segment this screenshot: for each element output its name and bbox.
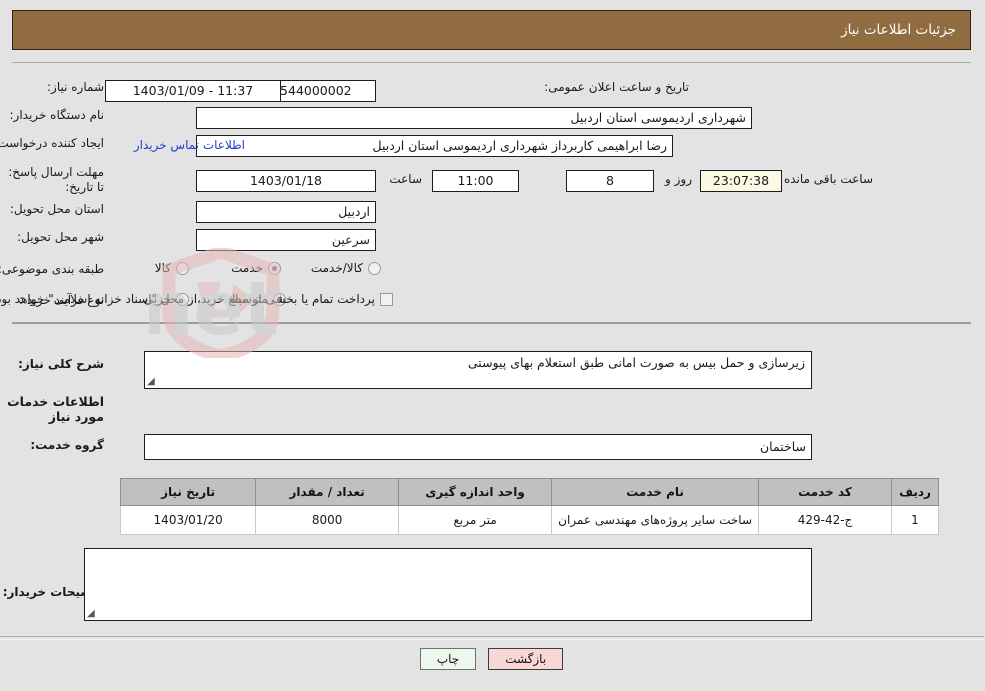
footer-divider bbox=[0, 636, 985, 640]
services-table: ردیف کد خدمت نام خدمت واحد اندازه گیری ت… bbox=[121, 478, 940, 535]
delivery-city-label: شهر محل تحویل: bbox=[18, 230, 105, 244]
cell-unit: متر مربع bbox=[399, 505, 554, 535]
cell-service-name: ساخت سایر پروژه‌های مهندسی عمران bbox=[552, 505, 760, 535]
col-quantity: تعداد / مقدار bbox=[256, 478, 401, 506]
islamic-treasury-checkbox[interactable] bbox=[381, 292, 394, 306]
page-header: جزئیات اطلاعات نیاز bbox=[13, 10, 972, 50]
islamic-treasury-checkbox-row[interactable]: پرداخت تمام یا بخشی از مبلغ خرید،از محل … bbox=[0, 292, 394, 306]
back-button[interactable]: بازگشت bbox=[489, 648, 565, 670]
service-group-label: گروه خدمت: bbox=[31, 438, 105, 452]
category-label: طبقه بندی موضوعی: bbox=[0, 262, 105, 276]
description-label-row: شرح کلی نیاز: bbox=[19, 357, 105, 371]
resize-grip-icon[interactable]: ◣ bbox=[148, 376, 158, 387]
category-radio-kala[interactable] bbox=[177, 261, 190, 275]
request-creator-label-row: ایجاد کننده درخواست: bbox=[0, 136, 105, 150]
category-radio-kala-khedmat[interactable] bbox=[369, 261, 382, 275]
service-group-label-row: گروه خدمت: bbox=[31, 438, 105, 452]
print-button[interactable]: چاپ bbox=[420, 648, 478, 670]
cell-quantity: 8000 bbox=[256, 505, 401, 535]
cell-radif: 1 bbox=[892, 505, 940, 535]
resize-grip-icon-notes[interactable]: ◣ bbox=[88, 608, 98, 619]
deadline-countdown-label: ساعت باقی مانده bbox=[784, 172, 874, 186]
col-radif: ردیف bbox=[892, 478, 940, 506]
category-label-khedmat: خدمت bbox=[232, 261, 264, 275]
public-announce-label-row: تاریخ و ساعت اعلان عمومی: bbox=[545, 80, 690, 94]
delivery-province-value: اردبیل bbox=[197, 201, 377, 223]
request-creator-label: ایجاد کننده درخواست: bbox=[0, 136, 105, 150]
deadline-time-label: ساعت bbox=[390, 172, 423, 186]
category-label-row: طبقه بندی موضوعی: bbox=[0, 262, 105, 276]
need-number-label-row: شماره نیاز: bbox=[48, 80, 105, 94]
need-number-label: شماره نیاز: bbox=[48, 80, 105, 94]
category-label-kala-khedmat: کالا/خدمت bbox=[311, 261, 364, 275]
islamic-treasury-checkbox-label: پرداخت تمام یا بخشی از مبلغ خرید،از محل … bbox=[0, 292, 376, 306]
deadline-countdown-value: 23:07:38 bbox=[701, 170, 783, 192]
service-group-value: ساختمان bbox=[145, 434, 813, 460]
category-radio-khedmat[interactable] bbox=[269, 261, 282, 275]
buyer-contact-link[interactable]: اطلاعات تماس خریدار bbox=[135, 138, 246, 152]
buyer-org-value: شهرداری اردیموسی استان اردبیل bbox=[197, 107, 753, 129]
footer-button-bar: بازگشت چاپ bbox=[0, 648, 985, 670]
description-value: زیرسازی و حمل بیس به صورت امانی طبق استع… bbox=[468, 355, 806, 370]
cell-service-code: ج-42-429 bbox=[759, 505, 893, 535]
deadline-label: مهلت ارسال پاسخ: تا تاریخ: bbox=[9, 165, 105, 194]
deadline-days-value: 8 bbox=[567, 170, 655, 192]
buyer-notes-textarea[interactable]: ◣ bbox=[85, 548, 813, 621]
description-label: شرح کلی نیاز: bbox=[19, 357, 105, 371]
deadline-time-value: 11:00 bbox=[433, 170, 520, 192]
category-label-kala: کالا bbox=[155, 261, 172, 275]
services-section-heading: اطلاعات خدمات مورد نیاز bbox=[8, 394, 105, 424]
buyer-org-label: نام دستگاه خریدار: bbox=[10, 108, 106, 122]
category-option-kala-khedmat[interactable]: کالا/خدمت bbox=[298, 261, 382, 275]
deadline-days-label-row: روز و bbox=[666, 172, 693, 186]
delivery-province-label: استان محل تحویل: bbox=[10, 202, 105, 216]
delivery-city-label-row: شهر محل تحویل: bbox=[18, 230, 105, 244]
col-unit: واحد اندازه گیری bbox=[399, 478, 554, 506]
page-title: جزئیات اطلاعات نیاز bbox=[842, 22, 957, 38]
buyer-contact-row[interactable]: اطلاعات تماس خریدار bbox=[135, 138, 246, 152]
category-option-kala[interactable]: کالا bbox=[142, 261, 190, 275]
description-textarea[interactable]: زیرسازی و حمل بیس به صورت امانی طبق استع… bbox=[145, 351, 813, 389]
page-root: جزئیات اطلاعات نیاز شماره نیاز: 11030305… bbox=[0, 0, 985, 691]
deadline-time-label-row: ساعت bbox=[390, 172, 423, 186]
col-service-code: کد خدمت bbox=[759, 478, 893, 506]
deadline-countdown-label-row: ساعت باقی مانده bbox=[785, 172, 874, 186]
deadline-days-label: روز و bbox=[666, 172, 693, 186]
table-header-row: ردیف کد خدمت نام خدمت واحد اندازه گیری ت… bbox=[121, 478, 940, 506]
request-creator-value: رضا ابراهیمی کاربرداز شهرداری اردیموسی ا… bbox=[197, 135, 674, 157]
deadline-label-row: مهلت ارسال پاسخ: تا تاریخ: bbox=[5, 165, 105, 195]
col-need-date: تاریخ نیاز bbox=[121, 478, 258, 506]
cell-need-date: 1403/01/20 bbox=[121, 505, 258, 535]
public-announce-label: تاریخ و ساعت اعلان عمومی: bbox=[545, 80, 690, 94]
col-service-name: نام خدمت bbox=[552, 478, 760, 506]
buyer-org-label-row: نام دستگاه خریدار: bbox=[11, 108, 106, 122]
delivery-province-label-row: استان محل تحویل: bbox=[11, 202, 105, 216]
delivery-city-value: سرعین bbox=[197, 229, 377, 251]
table-row: 1 ج-42-429 ساخت سایر پروژه‌های مهندسی عم… bbox=[121, 505, 940, 535]
public-announce-value: 11:37 - 1403/01/09 bbox=[106, 80, 282, 102]
deadline-date-value: 1403/01/18 bbox=[197, 170, 377, 192]
category-option-khedmat[interactable]: خدمت bbox=[218, 261, 282, 275]
